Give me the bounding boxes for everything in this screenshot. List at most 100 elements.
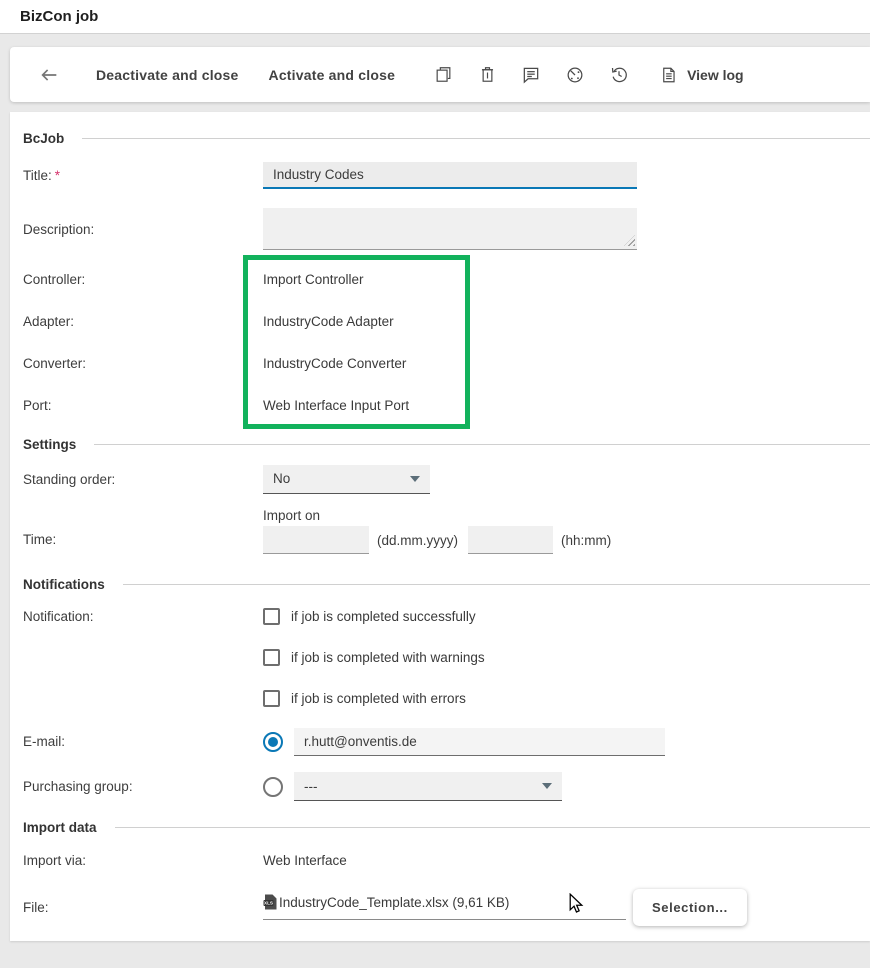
port-value: Web Interface Input Port	[263, 398, 409, 413]
chevron-down-icon	[542, 783, 552, 789]
email-input[interactable]	[294, 728, 665, 756]
toolbar-icon-group	[433, 65, 629, 85]
history-button[interactable]	[609, 65, 629, 85]
copy-button[interactable]	[433, 65, 453, 85]
import-via-label: Import via:	[23, 853, 263, 868]
import-time-input[interactable]	[468, 526, 553, 554]
time-row: Time: Import on (dd.mm.yyyy) (hh:mm)	[23, 508, 870, 566]
checkbox-errors[interactable]	[263, 690, 280, 707]
checkbox-warnings[interactable]	[263, 649, 280, 666]
section-notifications: Notifications	[23, 572, 870, 596]
section-bcjob: BcJob	[23, 126, 870, 150]
back-button[interactable]	[38, 64, 60, 86]
title-label: Title:*	[23, 168, 263, 183]
controller-row: Controller: Import Controller	[23, 258, 870, 300]
time-label: Time:	[23, 508, 263, 566]
date-format-hint: (dd.mm.yyyy)	[377, 533, 458, 548]
form-panel: BcJob Title:* Description: Controller: I…	[10, 112, 870, 941]
file-label: File:	[23, 900, 263, 915]
file-row: File: XLS IndustryCode_Template.xlsx (9,…	[23, 881, 870, 933]
arrow-left-icon	[38, 64, 60, 86]
delete-button[interactable]	[477, 65, 497, 85]
checkbox-warnings-label: if job is completed with warnings	[291, 650, 485, 665]
readonly-config-group: Controller: Import Controller Adapter: I…	[23, 258, 870, 426]
adapter-label: Adapter:	[23, 314, 263, 329]
purchasing-group-value: ---	[304, 779, 318, 794]
import-on-label: Import on	[263, 508, 611, 523]
file-name: IndustryCode_Template.xlsx (9,61 KB)	[279, 895, 509, 910]
purchasing-group-row: Purchasing group: ---	[23, 764, 870, 809]
checkbox-errors-label: if job is completed with errors	[291, 691, 466, 706]
time-format-hint: (hh:mm)	[561, 533, 611, 548]
standing-order-row: Standing order: No	[23, 456, 870, 502]
document-icon	[659, 65, 678, 85]
svg-text:XLS: XLS	[264, 901, 273, 906]
checkbox-warnings-row[interactable]: if job is completed with warnings	[263, 637, 485, 678]
radio-dot	[268, 737, 278, 747]
history-clock-icon	[609, 65, 629, 85]
view-log-label: View log	[687, 67, 744, 83]
import-via-value: Web Interface	[263, 853, 347, 868]
import-via-row: Import via: Web Interface	[23, 839, 870, 881]
xls-file-icon: XLS	[263, 894, 277, 910]
title-input[interactable]	[263, 162, 637, 189]
notification-row: Notification: if job is completed succes…	[23, 596, 870, 719]
section-import-data-title: Import data	[23, 820, 97, 835]
notification-checkbox-list: if job is completed successfully if job …	[263, 596, 485, 719]
section-settings-title: Settings	[23, 437, 76, 452]
timer-button[interactable]	[565, 65, 585, 85]
import-date-input[interactable]	[263, 526, 369, 554]
controller-label: Controller:	[23, 272, 263, 287]
trash-icon	[478, 65, 497, 84]
deactivate-and-close-button[interactable]: Deactivate and close	[96, 67, 239, 83]
selection-button[interactable]: Selection...	[633, 889, 747, 926]
description-label: Description:	[23, 222, 263, 237]
standing-order-value: No	[273, 471, 290, 486]
standing-order-select[interactable]: No	[263, 465, 430, 494]
checkbox-errors-row[interactable]: if job is completed with errors	[263, 678, 485, 719]
page-title: BizCon job	[20, 8, 98, 25]
controller-value: Import Controller	[263, 272, 364, 287]
section-divider	[123, 584, 870, 585]
description-row: Description:	[23, 200, 870, 258]
port-label: Port:	[23, 398, 263, 413]
standing-order-label: Standing order:	[23, 472, 263, 487]
title-row: Title:*	[23, 150, 870, 200]
toolbar: Deactivate and close Activate and close	[10, 47, 870, 102]
copy-icon	[434, 65, 453, 84]
comment-button[interactable]	[521, 65, 541, 85]
port-row: Port: Web Interface Input Port	[23, 384, 870, 426]
email-radio[interactable]	[263, 732, 283, 752]
window-titlebar: BizCon job	[0, 0, 870, 34]
checkbox-success-label: if job is completed successfully	[291, 609, 476, 624]
file-chip[interactable]: XLS IndustryCode_Template.xlsx (9,61 KB)	[263, 894, 626, 920]
checkbox-success-row[interactable]: if job is completed successfully	[263, 596, 485, 637]
converter-label: Converter:	[23, 356, 263, 371]
converter-row: Converter: IndustryCode Converter	[23, 342, 870, 384]
purchasing-group-label: Purchasing group:	[23, 779, 263, 794]
description-field-wrap	[263, 208, 637, 250]
activate-and-close-button[interactable]: Activate and close	[269, 67, 396, 83]
section-divider	[82, 138, 870, 139]
timer-gauge-icon	[565, 65, 585, 85]
notification-label: Notification:	[23, 596, 263, 624]
required-asterisk: *	[55, 168, 60, 183]
converter-value: IndustryCode Converter	[263, 356, 406, 371]
description-textarea[interactable]	[263, 208, 637, 250]
section-notifications-title: Notifications	[23, 577, 105, 592]
section-bcjob-title: BcJob	[23, 131, 64, 146]
checkbox-success[interactable]	[263, 608, 280, 625]
view-log-button[interactable]: View log	[659, 65, 744, 85]
adapter-value: IndustryCode Adapter	[263, 314, 394, 329]
time-controls: Import on (dd.mm.yyyy) (hh:mm)	[263, 508, 611, 566]
adapter-row: Adapter: IndustryCode Adapter	[23, 300, 870, 342]
email-row: E-mail:	[23, 719, 870, 764]
email-label: E-mail:	[23, 734, 263, 749]
section-import-data: Import data	[23, 815, 870, 839]
purchasing-group-radio[interactable]	[263, 777, 283, 797]
section-settings: Settings	[23, 432, 870, 456]
section-divider	[115, 827, 870, 828]
purchasing-group-select[interactable]: ---	[294, 772, 562, 801]
comment-icon	[521, 65, 541, 85]
chevron-down-icon	[410, 476, 420, 482]
